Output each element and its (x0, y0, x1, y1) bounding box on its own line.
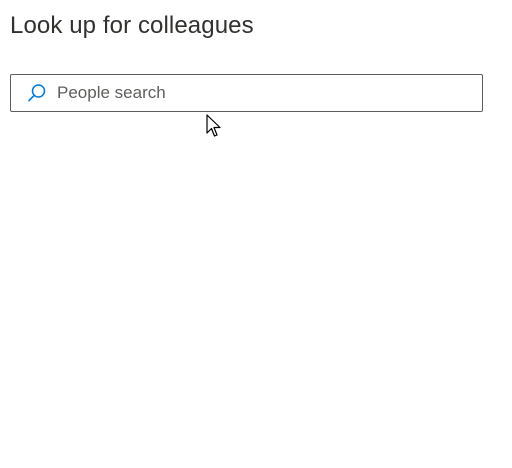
people-search-box[interactable] (10, 74, 483, 112)
people-search-input[interactable] (57, 78, 482, 108)
page-title: Look up for colleagues (10, 12, 254, 39)
search-icon (27, 83, 47, 103)
mouse-cursor-icon (206, 114, 221, 137)
people-search-page: Look up for colleagues (0, 0, 512, 468)
